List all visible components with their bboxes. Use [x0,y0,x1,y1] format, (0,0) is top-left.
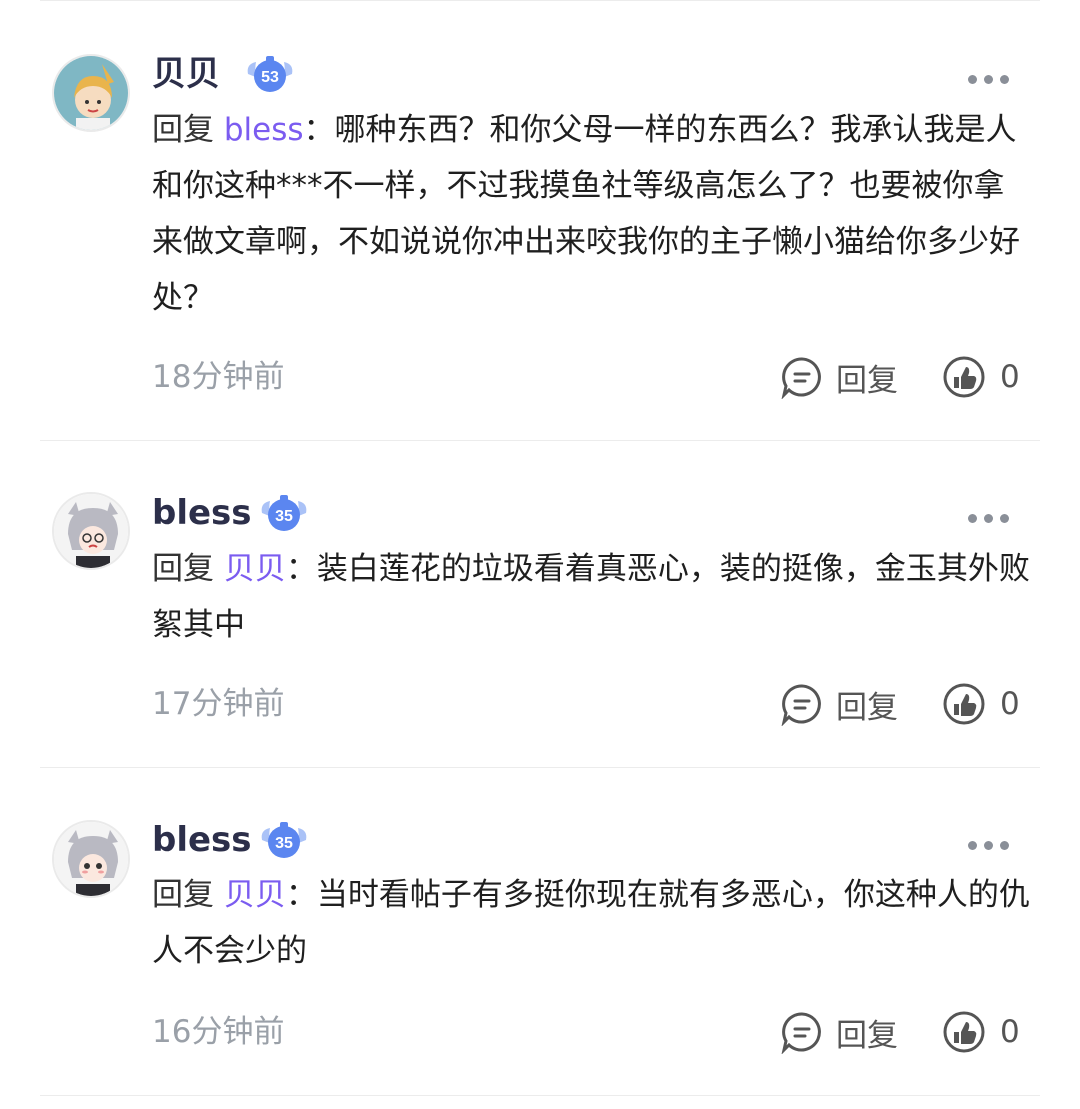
reply-prefix: 回复 [152,551,224,587]
reply-colon: ： [303,112,335,148]
username[interactable]: 贝贝 [152,54,220,94]
level-badge: 53 [244,52,296,96]
level-badge: 35 [258,818,310,862]
avatar[interactable] [52,492,130,570]
comment-text: 回复 bless：哪种东西？和你父母一样的东西么？我承认我是人和你这种***不一… [152,102,1032,326]
more-icon[interactable] [968,835,1018,850]
avatar[interactable] [52,820,130,898]
reply-label: 回复 [836,689,898,726]
like-button[interactable]: 0 [942,1010,1020,1054]
username[interactable]: bless [152,493,252,533]
reply-label: 回复 [836,362,898,399]
reply-prefix: 回复 [152,877,224,913]
reply-target-link[interactable]: bless [224,112,304,148]
more-icon[interactable] [968,508,1018,523]
level-badge-icon: 53 [247,56,293,92]
level-badge: 35 [258,491,310,535]
level-badge-icon: 35 [261,822,307,858]
username[interactable]: bless [152,820,252,860]
timestamp: 16分钟前 [152,1014,285,1050]
reply-target-link[interactable]: 贝贝 [224,551,286,587]
reply-button[interactable]: 回复 [780,1010,898,1054]
timestamp: 17分钟前 [152,686,285,722]
comment-text: 回复 贝贝：当时看帖子有多挺你现在就有多恶心，你这种人的仇人不会少的 [152,867,1032,979]
level-number: 35 [275,508,293,525]
like-count: 0 [1000,359,1020,395]
divider [40,440,1040,441]
reply-button[interactable]: 回复 [780,682,898,726]
comment-text: 回复 贝贝：装白莲花的垃圾看着真恶心，装的挺像，金玉其外败絮其中 [152,541,1032,653]
divider [40,767,1040,768]
level-number: 35 [275,835,293,852]
comment-icon [781,684,821,726]
divider [40,1095,1040,1096]
reply-target-link[interactable]: 贝贝 [224,877,286,913]
reply-label: 回复 [836,1017,898,1054]
like-count: 0 [1000,1014,1020,1050]
like-icon [943,356,985,398]
divider [40,0,1040,1]
like-count: 0 [1000,686,1020,722]
more-icon[interactable] [968,69,1018,84]
like-icon [943,683,985,725]
level-number: 53 [261,69,279,86]
like-button[interactable]: 0 [942,682,1020,726]
like-button[interactable]: 0 [942,355,1020,399]
reply-button[interactable]: 回复 [780,355,898,399]
avatar[interactable] [52,54,130,132]
reply-prefix: 回复 [152,112,224,148]
timestamp: 18分钟前 [152,359,285,395]
reply-colon: ： [285,877,317,913]
reply-colon: ： [285,551,317,587]
comment-icon [781,357,821,399]
like-icon [943,1011,985,1053]
level-badge-icon: 35 [261,495,307,531]
comment-icon [781,1012,821,1054]
